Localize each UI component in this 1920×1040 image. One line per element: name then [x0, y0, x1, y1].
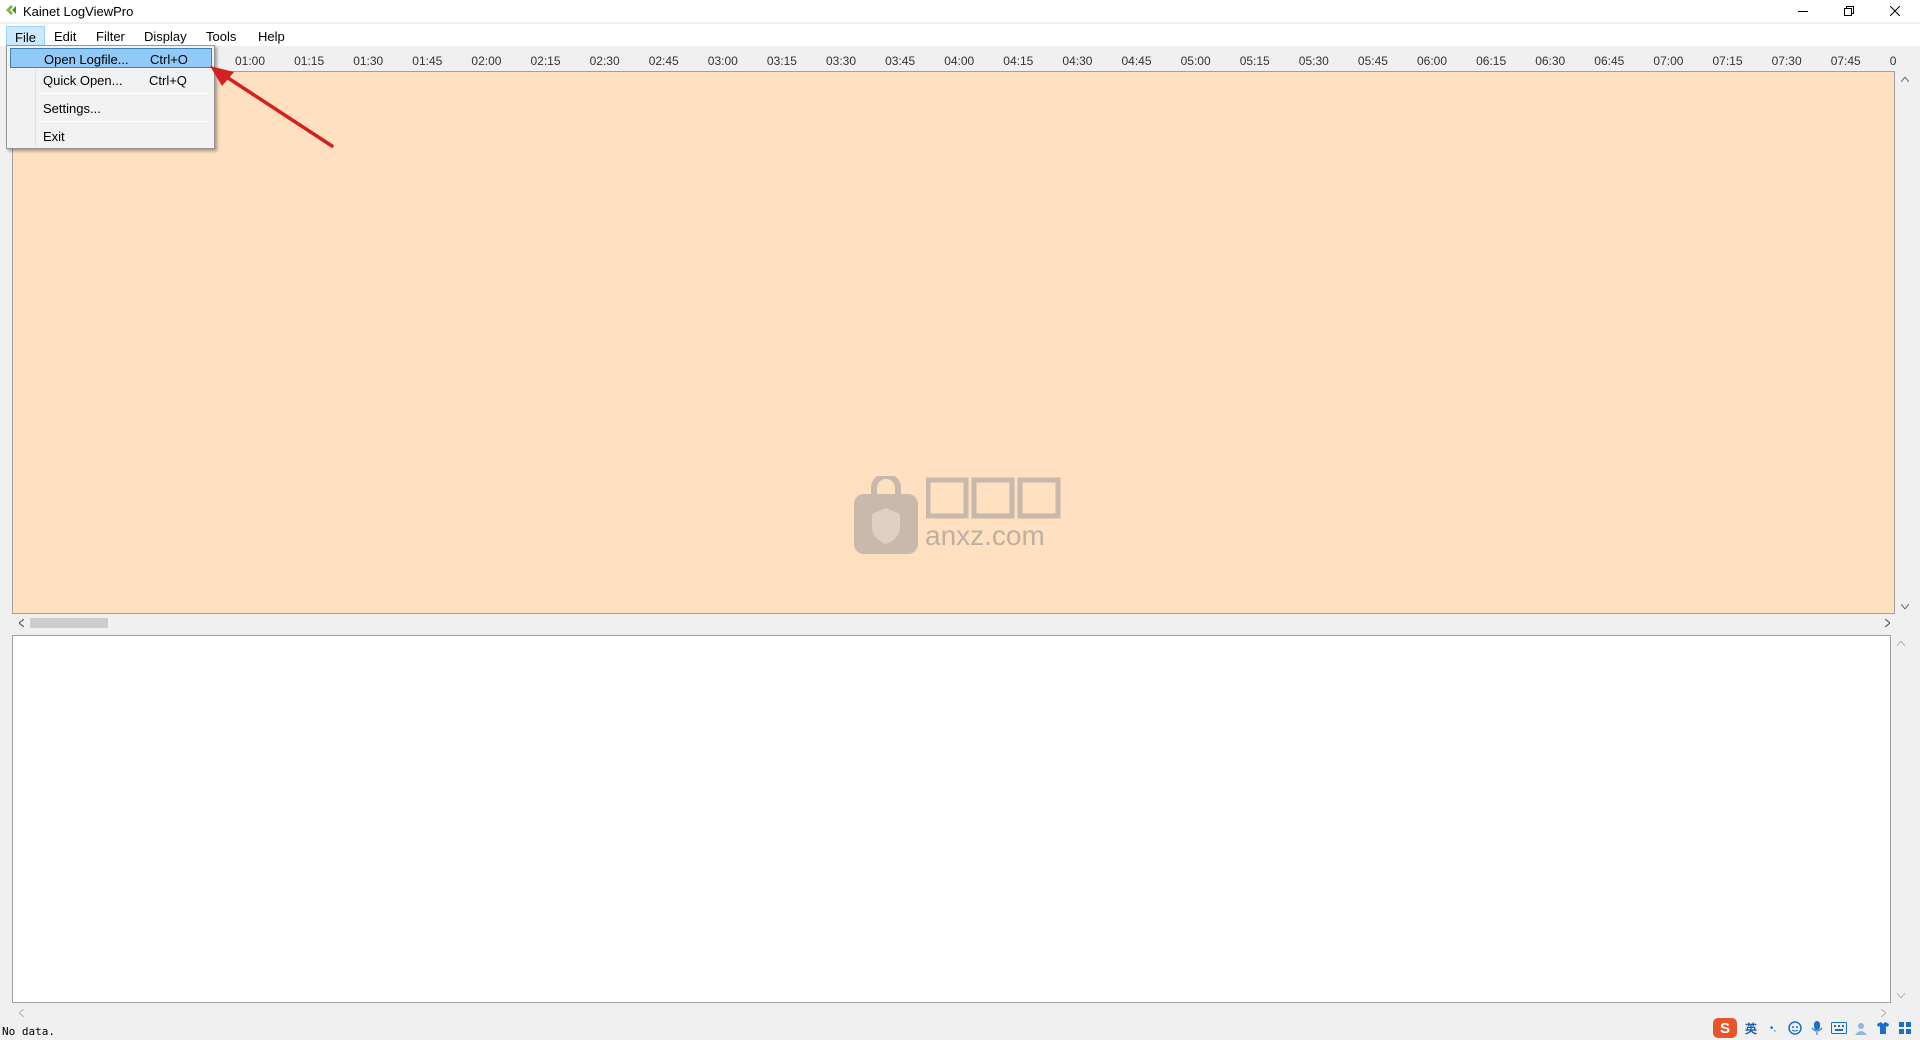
time-tick-label: 05:15: [1239, 54, 1270, 68]
file-dropdown-menu: Open Logfile... Ctrl+O Quick Open... Ctr…: [6, 45, 215, 149]
time-tick-label: 03:30: [826, 54, 857, 68]
detail-horizontal-scrollbar[interactable]: [12, 1005, 1892, 1021]
scroll-right-arrow-icon[interactable]: [1878, 615, 1896, 631]
time-tick-label: 04:15: [1003, 54, 1034, 68]
menu-item-settings[interactable]: Settings...: [10, 98, 212, 118]
time-tick-label: 04:45: [1121, 54, 1152, 68]
microphone-icon[interactable]: [1808, 1019, 1826, 1037]
time-tick-label: 02:30: [589, 54, 620, 68]
menu-display[interactable]: Display: [136, 26, 195, 46]
sogou-ime-icon[interactable]: S: [1712, 1017, 1738, 1039]
time-tick-label: 05:45: [1357, 54, 1388, 68]
time-tick-label: 05:00: [1180, 54, 1211, 68]
menu-separator: [39, 121, 209, 122]
time-tick-label: 07:45: [1830, 54, 1861, 68]
time-tick-label: 07:30: [1771, 54, 1802, 68]
menu-item-exit[interactable]: Exit: [10, 126, 212, 146]
time-tick-label: 01:45: [412, 54, 443, 68]
watermark: anxz.com: [850, 476, 1070, 560]
ime-language-label[interactable]: 英: [1742, 1019, 1760, 1037]
menu-file[interactable]: File: [6, 26, 45, 46]
ime-punctuation-icon[interactable]: •,: [1764, 1019, 1782, 1037]
ime-toolbar: S 英 •,: [1712, 1016, 1914, 1040]
scroll-up-arrow-icon[interactable]: [1892, 635, 1910, 651]
emoji-icon[interactable]: [1786, 1019, 1804, 1037]
menu-item-label: Quick Open...: [43, 73, 123, 88]
menu-item-shortcut: Ctrl+O: [150, 52, 188, 67]
scroll-left-arrow-icon[interactable]: [12, 615, 30, 631]
time-tick-label: 03:00: [707, 54, 738, 68]
menu-filter[interactable]: Filter: [88, 26, 133, 46]
time-tick-label: 02:45: [648, 54, 679, 68]
watermark-text: anxz.com: [925, 520, 1045, 551]
time-tick-label: 02:15: [530, 54, 561, 68]
minimize-icon: [1798, 11, 1808, 12]
time-tick-label: 07:00: [1653, 54, 1684, 68]
time-tick-label: 01:30: [353, 54, 384, 68]
log-detail-panel[interactable]: [12, 635, 1891, 1003]
annotation-arrow-icon: [210, 66, 334, 148]
shirt-icon[interactable]: [1874, 1019, 1892, 1037]
menu-item-label: Open Logfile...: [44, 52, 129, 67]
time-tick-label: 07:15: [1712, 54, 1743, 68]
menu-item-open-logfile[interactable]: Open Logfile... Ctrl+O: [10, 48, 212, 68]
time-tick-label: 03:15: [766, 54, 797, 68]
menu-item-shortcut: Ctrl+Q: [149, 73, 187, 88]
menu-separator: [39, 93, 209, 94]
menu-tools[interactable]: Tools: [198, 26, 244, 46]
close-icon: [1890, 6, 1900, 16]
horizontal-scroll-thumb[interactable]: [30, 618, 108, 628]
menu-item-label: Exit: [43, 129, 65, 144]
time-tick-label: 08:0: [1889, 54, 1896, 68]
kainet-logo-icon: [6, 5, 16, 15]
scroll-up-arrow-icon[interactable]: [1896, 71, 1914, 87]
menu-item-label: Settings...: [43, 101, 101, 116]
watermark-glyphs: [926, 477, 1061, 519]
detail-vertical-scrollbar[interactable]: [1892, 635, 1910, 1003]
scroll-down-arrow-icon[interactable]: [1892, 987, 1910, 1003]
time-tick-label: 06:15: [1476, 54, 1507, 68]
time-tick-label: 06:00: [1417, 54, 1448, 68]
time-tick-label: 06:30: [1535, 54, 1566, 68]
scroll-left-arrow-icon[interactable]: [12, 1005, 30, 1021]
scroll-down-arrow-icon[interactable]: [1896, 598, 1914, 614]
time-tick-label: 03:45: [885, 54, 916, 68]
menu-edit[interactable]: Edit: [46, 26, 84, 46]
time-tick-label: 04:00: [944, 54, 975, 68]
menu-item-quick-open[interactable]: Quick Open... Ctrl+Q: [10, 70, 212, 90]
time-tick-label: 05:30: [1298, 54, 1329, 68]
grid-menu-icon[interactable]: [1896, 1019, 1914, 1037]
timeline-horizontal-scrollbar[interactable]: [12, 614, 1896, 632]
title-bar: Kainet LogViewPro: [0, 0, 1920, 22]
timeline-vertical-scrollbar[interactable]: [1896, 71, 1914, 614]
status-bar: No data.: [0, 1022, 1920, 1040]
restore-button[interactable]: [1826, 0, 1872, 22]
time-tick-label: 04:30: [1062, 54, 1093, 68]
status-text: No data.: [2, 1025, 55, 1038]
window-title: Kainet LogViewPro: [23, 4, 134, 19]
close-button[interactable]: [1872, 0, 1918, 22]
minimize-button[interactable]: [1780, 0, 1826, 22]
time-tick-label: 02:00: [471, 54, 502, 68]
menu-bar: File Edit Filter Display Tools Help: [0, 24, 1920, 46]
time-tick-label: 06:45: [1594, 54, 1625, 68]
svg-text:S: S: [1720, 1020, 1730, 1037]
person-icon[interactable]: [1852, 1019, 1870, 1037]
shield-bag-icon: [854, 476, 918, 554]
restore-icon: [1844, 6, 1854, 16]
keyboard-icon[interactable]: [1830, 1019, 1848, 1037]
menu-help[interactable]: Help: [250, 26, 293, 46]
